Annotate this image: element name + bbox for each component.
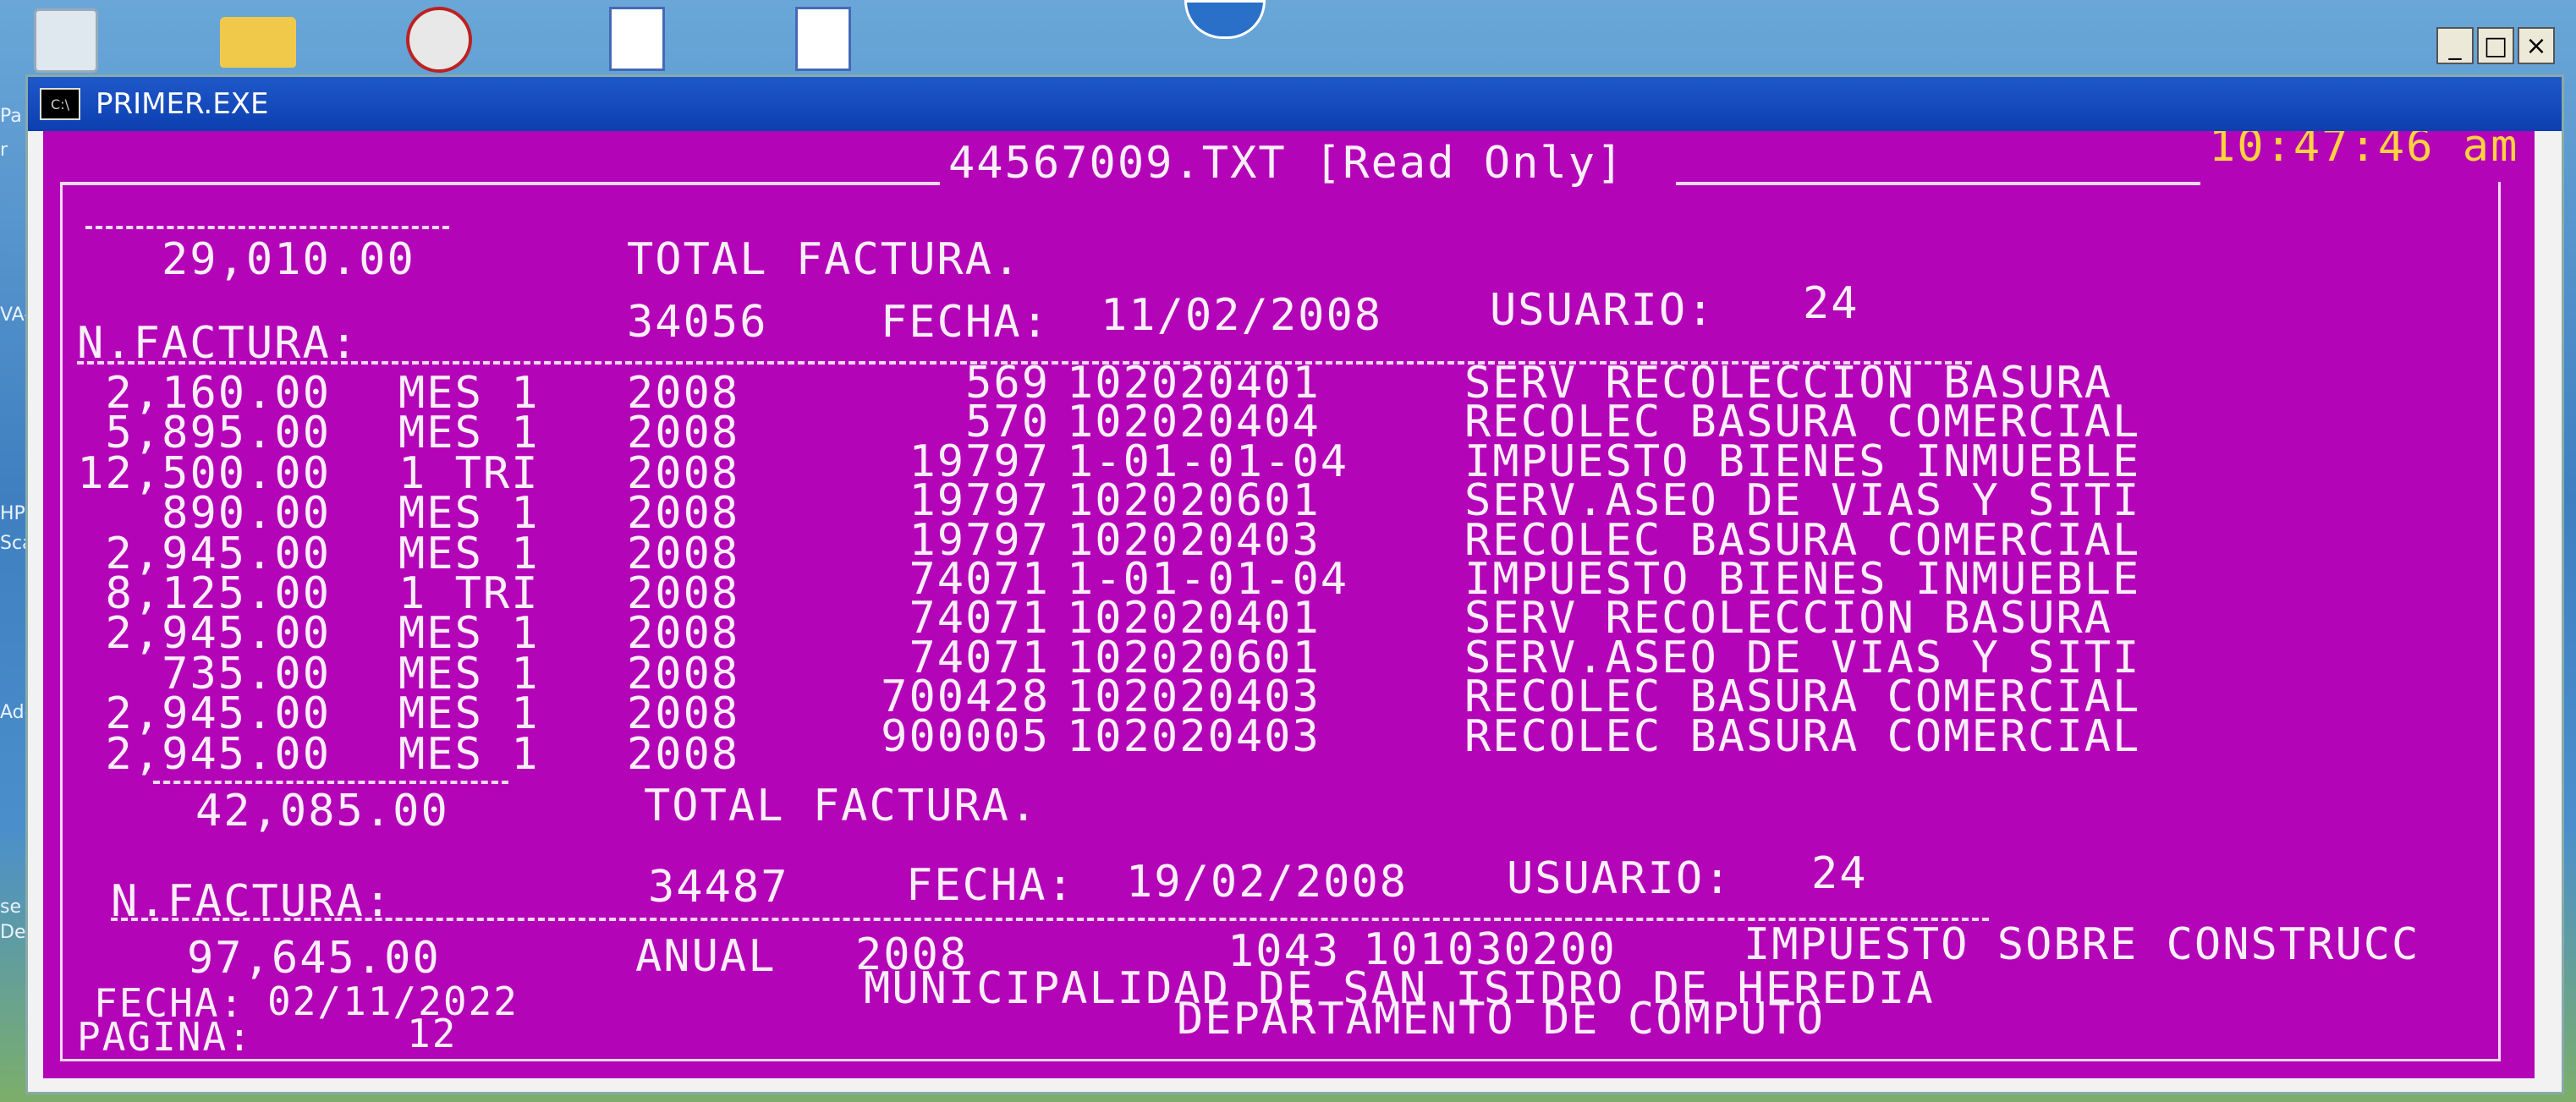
line-amount: 2,945.00 xyxy=(105,729,331,780)
invoice-number-label: N.FACTURA: xyxy=(77,318,360,369)
frame-top-right xyxy=(1676,182,2200,185)
frame-top-left xyxy=(60,182,940,185)
maximize-button[interactable]: □ xyxy=(2477,27,2514,64)
close-button[interactable]: × xyxy=(2518,27,2555,64)
divider xyxy=(111,918,1989,921)
line-description: RECOLEC BASURA COMERCIAL xyxy=(1464,711,2141,762)
date-label: FECHA: xyxy=(906,860,1075,911)
teamviewer-icon[interactable] xyxy=(1184,0,1266,39)
window-titlebar[interactable]: C:\ PRIMER.EXE xyxy=(28,77,2562,131)
desktop-label: r xyxy=(0,140,8,161)
console-icon: C:\ xyxy=(40,88,80,120)
desktop-label: Pa xyxy=(0,106,22,127)
invoice-total-label: TOTAL FACTURA. xyxy=(644,781,1039,831)
line-account: 900005 xyxy=(881,711,1050,762)
recycle-bin-icon[interactable] xyxy=(34,8,98,73)
line-period: MES 1 xyxy=(398,729,540,780)
user-number: 24 xyxy=(1803,278,1859,329)
folder-icon[interactable] xyxy=(220,17,296,68)
line-period: ANUAL xyxy=(635,931,777,982)
invoice-total: 29,010.00 xyxy=(162,234,415,285)
user-number: 24 xyxy=(1811,848,1868,899)
line-amount: 97,645.00 xyxy=(187,933,441,984)
clock-display: 10:47:46 am xyxy=(2209,131,2519,172)
line-code: 102020403 xyxy=(1067,711,1321,762)
page-label: PAGINA: xyxy=(77,1014,253,1060)
invoice-number: 34487 xyxy=(648,862,789,913)
line-year: 2008 xyxy=(627,729,740,780)
page-number: 12 xyxy=(407,1011,458,1056)
desktop-label: HP xyxy=(0,503,25,524)
console-screen: 44567009.TXT [Read Only] 10:47:46 am 29,… xyxy=(43,131,2535,1078)
file-title: 44567009.TXT [Read Only] xyxy=(948,138,1625,189)
department-name: DEPARTAMENTO DE COMPUTO xyxy=(1177,994,1826,1044)
user-label: USUARIO: xyxy=(1490,285,1716,336)
date-label: FECHA: xyxy=(881,297,1050,348)
footer-date: 02/11/2022 xyxy=(267,979,519,1024)
invoice-total: 42,085.00 xyxy=(195,786,449,836)
divider xyxy=(153,781,508,784)
word-document-icon[interactable] xyxy=(609,7,665,71)
line-description: IMPUESTO SOBRE CONSTRUCC xyxy=(1744,919,2420,970)
desktop-label: se xyxy=(0,896,21,918)
console-window: C:\ PRIMER.EXE 44567009.TXT [Read Only] … xyxy=(25,74,2564,1094)
invoice-date: 11/02/2008 xyxy=(1101,290,1383,341)
window-title: PRIMER.EXE xyxy=(96,87,269,121)
invoice-date: 19/02/2008 xyxy=(1126,857,1409,907)
tool-app-icon[interactable] xyxy=(406,7,472,73)
window-controls: _ □ × xyxy=(2436,27,2555,64)
user-label: USUARIO: xyxy=(1507,853,1733,904)
invoice-number: 34056 xyxy=(627,297,768,348)
invoice-total-label: TOTAL FACTURA. xyxy=(627,234,1022,285)
minimize-button[interactable]: _ xyxy=(2436,27,2474,64)
divider xyxy=(85,226,449,229)
word-document-icon[interactable] xyxy=(795,7,851,71)
